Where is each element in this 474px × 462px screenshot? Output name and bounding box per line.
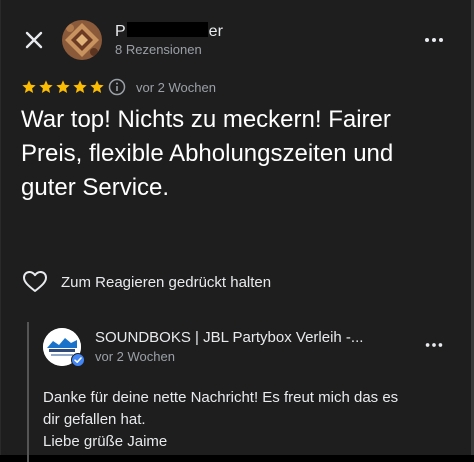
reviewer-name-end: er xyxy=(208,23,223,40)
star-icon xyxy=(39,80,53,93)
reply-line: Danke für deine nette Nachricht! Es freu… xyxy=(43,389,399,406)
verified-check-icon xyxy=(71,353,85,367)
reply-line: Liebe grüße Jaime xyxy=(43,433,168,450)
review-date: vor 2 Wochen xyxy=(136,80,216,95)
react-label: Zum Reagieren gedrückt halten xyxy=(61,273,272,291)
reviewer-name-start: P xyxy=(115,23,126,40)
more-vert-icon xyxy=(425,38,443,42)
star-icon xyxy=(73,80,87,93)
owner-name[interactable]: SOUNDBOKS | JBL Partybox Verleih -... xyxy=(95,329,363,346)
review-text: War top! Nichts zu meckern! Fairer Preis… xyxy=(21,106,394,201)
reply-line: dir gefallen hat. xyxy=(43,411,146,428)
info-icon xyxy=(108,78,126,96)
close-icon xyxy=(25,31,43,49)
heart-outline-icon xyxy=(23,271,47,292)
redaction-bar xyxy=(126,22,208,37)
review-panel: Per 8 Rezensionen vor 2 Wochen War top! … xyxy=(0,0,474,462)
star-icon xyxy=(22,80,36,93)
review-count: 8 Rezensionen xyxy=(115,42,202,57)
star-icon xyxy=(56,80,70,93)
star-icon xyxy=(90,80,104,93)
info-button[interactable] xyxy=(108,78,126,96)
more-options-button[interactable] xyxy=(422,28,446,52)
star-rating xyxy=(21,79,105,95)
more-vert-icon xyxy=(425,343,443,347)
reviewer-avatar[interactable] xyxy=(62,20,102,60)
owner-reply: SOUNDBOKS | JBL Partybox Verleih -... vo… xyxy=(27,322,449,462)
react-button[interactable]: Zum Reagieren gedrückt halten xyxy=(22,270,271,294)
close-button[interactable] xyxy=(22,28,46,52)
reply-date: vor 2 Wochen xyxy=(95,349,175,364)
verified-badge xyxy=(71,353,85,367)
reply-more-options-button[interactable] xyxy=(423,334,445,356)
reply-text: Danke für deine nette Nachricht! Es freu… xyxy=(43,387,443,453)
reviewer-name[interactable]: Per xyxy=(115,22,223,41)
